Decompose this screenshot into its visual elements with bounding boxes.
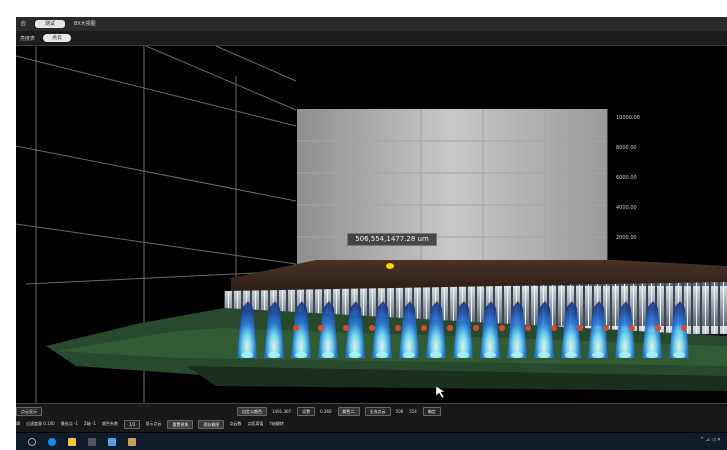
back-wall <box>297 109 607 267</box>
peak-highlight <box>295 352 307 358</box>
peak-highlight <box>565 352 577 358</box>
value-field-1[interactable]: 1491.307 <box>272 409 291 414</box>
top-menu-bar: 应 测试 8X大视图 <box>16 17 727 31</box>
cloud-count-label: 点云数 <box>229 421 242 426</box>
select-all-button[interactable]: 全选点云 <box>364 406 391 416</box>
threshold-label: 阈 <box>16 421 20 426</box>
set-button[interactable]: 设置 <box>297 406 316 416</box>
peak-highlight <box>268 352 280 358</box>
peak-highlights <box>237 301 689 358</box>
point-cloud-display-button[interactable]: 点云显示 <box>16 406 42 416</box>
control-row-1: 点云显示 自定义颜色 1491.307 设置 0.360 颜色二 全选点云 50… <box>16 405 446 417</box>
peak-highlight <box>457 352 469 358</box>
bottom-control-bar: 点云显示 自定义颜色 1491.307 设置 0.360 颜色二 全选点云 50… <box>16 403 727 432</box>
point-coordinate-tooltip: 506,554,1477.28 um <box>347 233 437 246</box>
system-tray[interactable]: ^ ⊿ ◁ ✕ <box>700 437 721 443</box>
folder-icon[interactable] <box>128 437 136 446</box>
filter-field[interactable]: 过滤度量 0.100 <box>26 421 55 427</box>
peak-highlight <box>511 352 523 358</box>
color-dropdown[interactable]: 颜色二 <box>337 406 360 416</box>
peak-highlight <box>322 352 334 358</box>
y-flip-checkbox[interactable]: Y轴翻转 <box>269 421 283 427</box>
custom-color-button[interactable]: 自定义颜色 <box>237 406 267 416</box>
menu-item-0[interactable]: 应 <box>16 20 31 28</box>
peak-highlight <box>619 352 631 358</box>
menu-item-view[interactable]: 8X大视图 <box>69 20 101 28</box>
axis-label: 4000.00 <box>616 205 637 211</box>
peak-highlight <box>646 352 658 358</box>
point-distance-label: 点距离值 <box>247 421 264 426</box>
menu-item-test[interactable]: 测试 <box>35 20 66 28</box>
value-field-3: 506 <box>395 408 404 414</box>
peak-highlight <box>484 352 496 358</box>
app-icon[interactable] <box>88 437 96 446</box>
show-cloud-checkbox[interactable]: 显示点云 <box>145 421 161 427</box>
peak-highlight <box>376 352 388 358</box>
axis-label: 8000.00 <box>616 145 637 151</box>
axis-label: 6000.00 <box>616 175 637 181</box>
point-cloud-pill-button[interactable]: 点云 <box>43 34 72 42</box>
settings-icon[interactable] <box>108 437 116 446</box>
peak-highlight <box>673 352 685 358</box>
peak-highlight <box>403 352 415 358</box>
color-coef-label: 颜色系数 <box>102 421 118 426</box>
app-window: 应 测试 8X大视图 亮度表 点云 10000.00 8000.00 6000.… <box>16 17 727 450</box>
z-axis-field[interactable]: Z轴 -1 <box>84 421 96 427</box>
value-field-4: 554 <box>409 408 417 414</box>
peak-highlight <box>430 352 442 358</box>
peak-highlight <box>592 352 604 358</box>
control-row-2: 阈 过滤度量 0.100 最低点 -1 Z轴 -1 颜色系数 1/2 显示点云 … <box>16 418 290 430</box>
sub-menu-label[interactable]: 亮度表 <box>20 35 35 42</box>
min-point-field[interactable]: 最低点 -1 <box>61 421 78 427</box>
selection-marker[interactable] <box>386 263 394 269</box>
taskbar: ^ ⊿ ◁ ✕ <box>16 433 727 450</box>
save-screenshot-button[interactable]: 保存截图 <box>198 419 225 429</box>
peak-highlight <box>241 352 253 358</box>
file-explorer-icon[interactable] <box>68 437 76 446</box>
value-field-2[interactable]: 0.360 <box>320 409 331 414</box>
3d-view-canvas[interactable] <box>16 46 727 403</box>
confirm-button[interactable]: 确定 <box>422 406 441 416</box>
ratio-dropdown[interactable]: 1/2 <box>124 419 141 429</box>
peak-highlight <box>538 352 550 358</box>
axis-label: 10000.00 <box>616 115 640 121</box>
sub-menu-bar: 亮度表 点云 <box>16 31 727 46</box>
edge-icon[interactable] <box>48 437 56 446</box>
peak-highlight <box>349 352 361 358</box>
search-icon[interactable] <box>28 437 36 446</box>
axis-label: 2000.00 <box>616 235 637 241</box>
reset-view-button[interactable]: 重置视角 <box>167 419 194 429</box>
